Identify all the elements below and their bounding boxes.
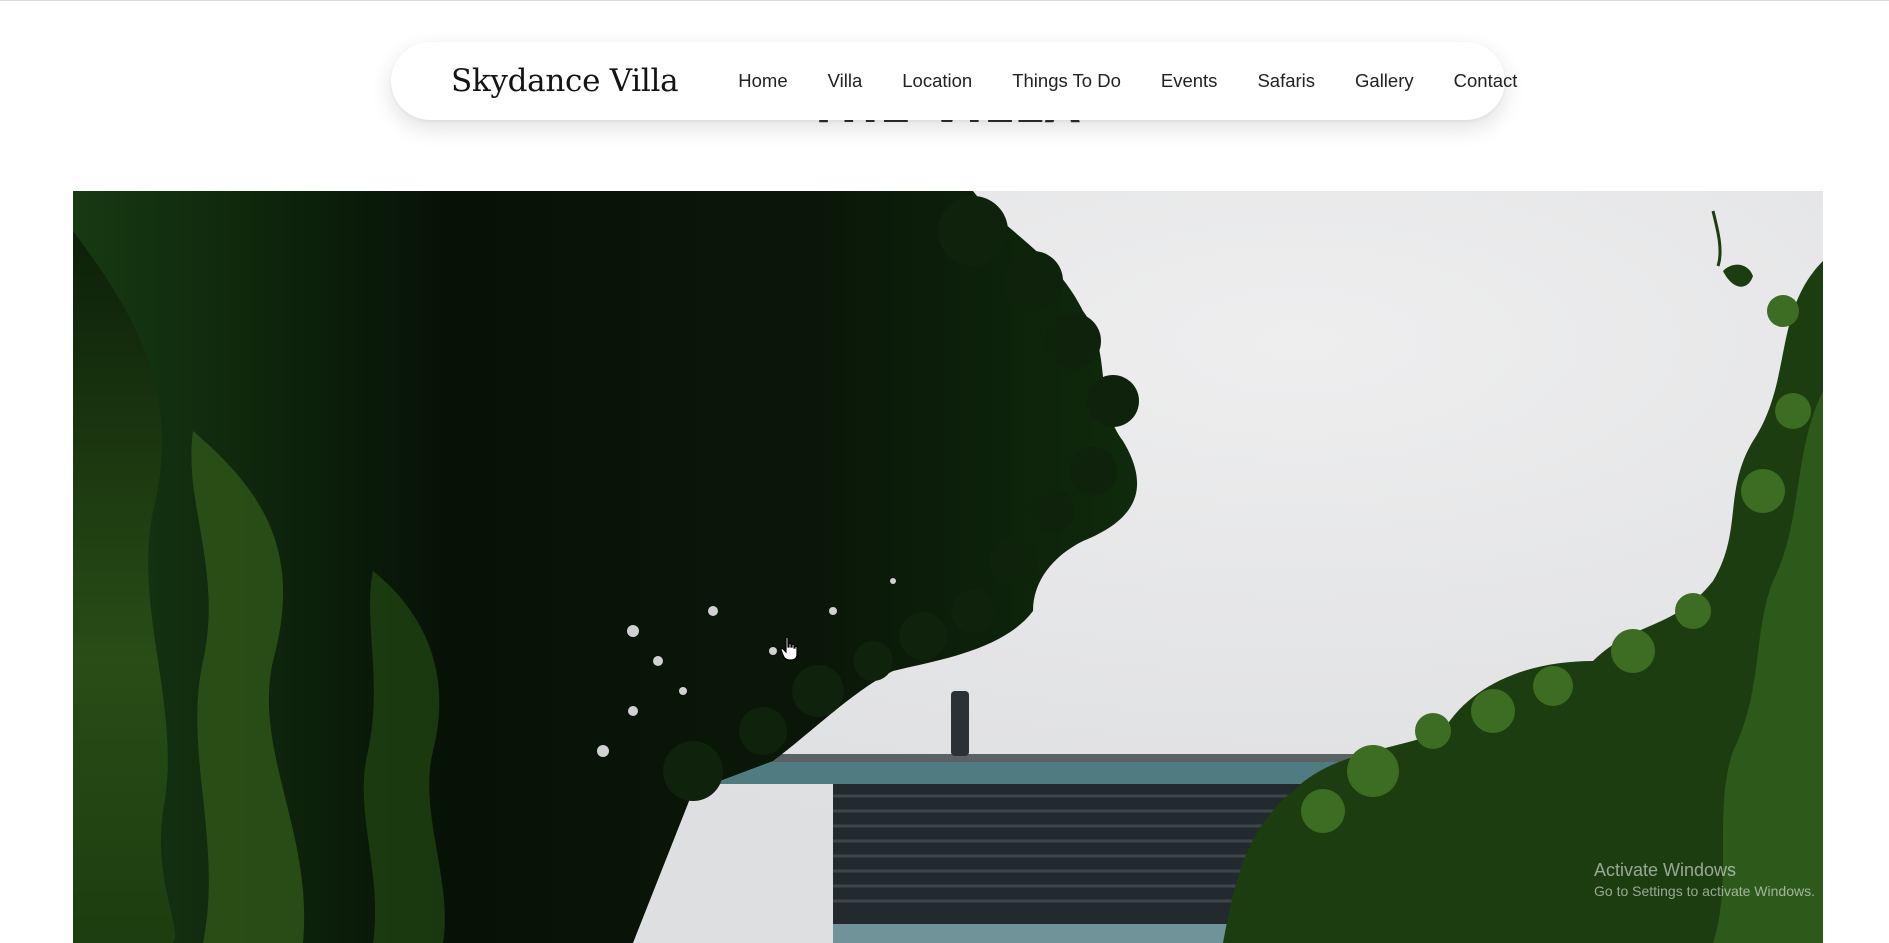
- hero-image: [73, 191, 1823, 943]
- nav-link-events[interactable]: Events: [1161, 70, 1218, 92]
- nav-link-safaris[interactable]: Safaris: [1257, 70, 1315, 92]
- watermark-title: Activate Windows: [1594, 860, 1737, 880]
- nav-link-home[interactable]: Home: [738, 70, 787, 92]
- nav-link-contact[interactable]: Contact: [1454, 70, 1518, 92]
- nav-link-location[interactable]: Location: [902, 70, 972, 92]
- nav-link-things-to-do[interactable]: Things To Do: [1012, 70, 1121, 92]
- nav-links: Home Villa Location Things To Do Events …: [738, 70, 1517, 92]
- watermark-subtitle: Go to Settings to activate Windows.: [1594, 883, 1815, 899]
- activate-windows-watermark: Activate Windows Go to Settings to activ…: [1594, 860, 1815, 899]
- page: THE VILLA Skydance Villa Home Villa Loca…: [0, 0, 1889, 943]
- brand-logo[interactable]: Skydance Villa: [451, 63, 679, 99]
- nav-link-villa[interactable]: Villa: [828, 70, 863, 92]
- hand-cursor-icon: [780, 636, 798, 661]
- main-navbar: Skydance Villa Home Villa Location Thing…: [391, 42, 1517, 120]
- top-divider: [0, 0, 1889, 1]
- nav-link-gallery[interactable]: Gallery: [1355, 70, 1414, 92]
